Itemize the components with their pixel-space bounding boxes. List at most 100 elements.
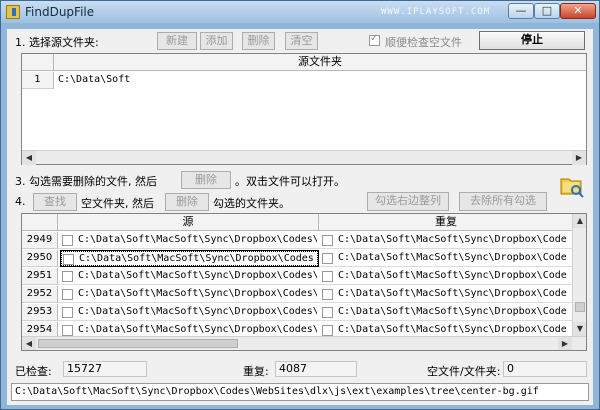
add-button[interactable]: 添加 bbox=[200, 32, 233, 50]
results-hscrollbar[interactable]: ◀ ▶ bbox=[22, 336, 586, 350]
check-empty-files-label: 顺便检查空文件 bbox=[385, 36, 462, 49]
app-window: FindDupFile WWW.IPLAYSOFT.COM — □ ✕ 1. 选… bbox=[0, 0, 600, 410]
window-title: FindDupFile bbox=[25, 5, 95, 19]
checked-count-label: 已检查: bbox=[15, 365, 52, 378]
source-file-path: C:\Data\Soft\MacSoft\Sync\Dropbox\Codes\ bbox=[78, 288, 317, 299]
scroll-left-icon[interactable]: ◀ bbox=[22, 337, 36, 350]
duplicate-file-checkbox[interactable] bbox=[322, 253, 333, 264]
source-grid-header: 源文件夹 bbox=[22, 54, 586, 71]
source-file-checkbox[interactable] bbox=[62, 307, 73, 318]
source-file-path: C:\Data\Soft\MacSoft\Sync\Dropbox\Codes\ bbox=[78, 234, 317, 245]
scroll-up-icon[interactable]: ▲ bbox=[573, 214, 586, 228]
source-file-cell[interactable]: C:\Data\Soft\MacSoft\Sync\Dropbox\Codes\ bbox=[62, 268, 317, 285]
empty-count-label: 空文件/文件夹: bbox=[427, 365, 501, 378]
folder-search-icon[interactable] bbox=[560, 174, 584, 198]
scroll-left-icon[interactable]: ◀ bbox=[22, 151, 36, 165]
new-button[interactable]: 新建 bbox=[157, 32, 197, 50]
delete-files-button[interactable]: 删除 bbox=[181, 171, 231, 189]
source-folder-row[interactable]: C:\Data\Soft bbox=[58, 72, 578, 89]
table-row[interactable]: 2952 C:\Data\Soft\MacSoft\Sync\Dropbox\C… bbox=[22, 286, 573, 303]
source-row-number: 1 bbox=[22, 72, 54, 89]
duplicate-file-checkbox[interactable] bbox=[322, 325, 333, 336]
duplicate-file-cell[interactable]: C:\Data\Soft\MacSoft\Sync\Dropbox\Code bbox=[322, 304, 573, 321]
source-file-checkbox[interactable] bbox=[63, 254, 74, 265]
row-number: 2951 bbox=[22, 268, 58, 285]
source-file-cell[interactable]: C:\Data\Soft\MacSoft\Sync\Dropbox\Codes\ bbox=[62, 232, 317, 249]
source-file-cell[interactable]: C:\Data\Soft\MacSoft\Sync\Dropbox\Codes\ bbox=[62, 304, 317, 321]
duplicate-column-header[interactable]: 重复 bbox=[319, 214, 573, 231]
duplicate-file-path: C:\Data\Soft\MacSoft\Sync\Dropbox\Code bbox=[338, 306, 567, 317]
source-file-checkbox[interactable] bbox=[62, 289, 73, 300]
delete-folders-button[interactable]: 删除 bbox=[165, 193, 209, 211]
source-folder-column-header[interactable]: 源文件夹 bbox=[54, 54, 586, 71]
watermark-text: WWW.IPLAYSOFT.COM bbox=[381, 7, 491, 17]
results-vscrollbar[interactable]: ▲ ▼ bbox=[572, 214, 586, 336]
row-number-header bbox=[22, 54, 54, 71]
step4-mid-text: 空文件夹, 然后 bbox=[81, 197, 154, 210]
step3-label: 3. 勾选需要删除的文件, 然后 bbox=[15, 175, 157, 188]
step4-label: 4. bbox=[15, 195, 26, 208]
duplicate-file-path: C:\Data\Soft\MacSoft\Sync\Dropbox\Code bbox=[338, 234, 567, 245]
source-file-checkbox[interactable] bbox=[62, 271, 73, 282]
duplicate-file-checkbox[interactable] bbox=[322, 307, 333, 318]
step1-label: 1. 选择源文件夹: bbox=[15, 36, 99, 49]
row-number: 2950 bbox=[22, 250, 58, 267]
source-file-path: C:\Data\Soft\MacSoft\Sync\Dropbox\Codes\ bbox=[78, 270, 317, 281]
scroll-right-icon[interactable]: ▶ bbox=[558, 337, 572, 350]
step3-suffix: 。双击文件可以打开。 bbox=[235, 175, 345, 188]
client-area: 1. 选择源文件夹: 新建 添加 删除 清空 顺便检查空文件 停止 源文件夹 1… bbox=[7, 29, 593, 405]
source-file-checkbox[interactable] bbox=[62, 325, 73, 336]
step4-suffix: 勾选的文件夹。 bbox=[213, 197, 290, 210]
app-icon bbox=[6, 5, 20, 19]
table-row[interactable]: 2949 C:\Data\Soft\MacSoft\Sync\Dropbox\C… bbox=[22, 232, 573, 249]
checked-count-value: 15727 bbox=[63, 361, 147, 377]
clear-button[interactable]: 清空 bbox=[285, 32, 318, 50]
scroll-right-icon[interactable]: ▶ bbox=[572, 151, 586, 165]
duplicate-file-checkbox[interactable] bbox=[322, 289, 333, 300]
row-number-header bbox=[22, 214, 58, 231]
duplicate-file-cell[interactable]: C:\Data\Soft\MacSoft\Sync\Dropbox\Code bbox=[322, 232, 573, 249]
duplicate-count-label: 重复: bbox=[243, 365, 269, 378]
close-button[interactable]: ✕ bbox=[560, 3, 596, 19]
duplicate-results-grid: 源 重复 2949 C:\Data\Soft\MacSoft\Sync\Drop… bbox=[21, 213, 587, 351]
row-number: 2949 bbox=[22, 232, 58, 249]
duplicate-file-cell[interactable]: C:\Data\Soft\MacSoft\Sync\Dropbox\Code bbox=[322, 268, 573, 285]
title-bar[interactable]: FindDupFile WWW.IPLAYSOFT.COM — □ ✕ bbox=[1, 1, 599, 23]
duplicate-file-path: C:\Data\Soft\MacSoft\Sync\Dropbox\Code bbox=[338, 288, 567, 299]
table-row[interactable]: 2951 C:\Data\Soft\MacSoft\Sync\Dropbox\C… bbox=[22, 268, 573, 285]
duplicate-count-value: 4087 bbox=[275, 361, 357, 377]
source-file-cell[interactable]: C:\Data\Soft\MacSoft\Sync\Dropbox\Codes bbox=[60, 250, 319, 267]
check-empty-files-checkbox[interactable] bbox=[369, 33, 380, 46]
minimize-button[interactable]: — bbox=[508, 3, 534, 19]
source-file-cell[interactable]: C:\Data\Soft\MacSoft\Sync\Dropbox\Codes\ bbox=[62, 286, 317, 303]
table-row[interactable]: 2953 C:\Data\Soft\MacSoft\Sync\Dropbox\C… bbox=[22, 304, 573, 321]
find-empty-folders-button[interactable]: 查找 bbox=[33, 193, 77, 211]
duplicate-file-cell[interactable]: C:\Data\Soft\MacSoft\Sync\Dropbox\Code bbox=[322, 286, 573, 303]
delete-folder-button[interactable]: 删除 bbox=[242, 32, 275, 50]
stop-button[interactable]: 停止 bbox=[479, 31, 585, 50]
scroll-down-icon[interactable]: ▼ bbox=[573, 322, 586, 336]
source-folder-path: C:\Data\Soft bbox=[58, 74, 131, 85]
duplicate-file-cell[interactable]: C:\Data\Soft\MacSoft\Sync\Dropbox\Code bbox=[322, 250, 573, 267]
empty-count-value: 0 bbox=[503, 361, 587, 377]
source-file-checkbox[interactable] bbox=[62, 235, 73, 246]
duplicate-file-checkbox[interactable] bbox=[322, 271, 333, 282]
source-file-path: C:\Data\Soft\MacSoft\Sync\Dropbox\Codes bbox=[79, 253, 314, 264]
source-column-header[interactable]: 源 bbox=[58, 214, 319, 231]
source-file-path: C:\Data\Soft\MacSoft\Sync\Dropbox\Codes\ bbox=[78, 306, 317, 317]
row-number: 2952 bbox=[22, 286, 58, 303]
maximize-button[interactable]: □ bbox=[534, 3, 560, 19]
source-grid-hscrollbar[interactable]: ◀ ▶ bbox=[22, 150, 586, 165]
row-number: 2953 bbox=[22, 304, 58, 321]
source-folder-grid: 源文件夹 1 C:\Data\Soft ◀ ▶ bbox=[21, 53, 587, 165]
uncheck-all-button[interactable]: 去除所有勾选 bbox=[459, 192, 547, 211]
results-hscroll-thumb[interactable] bbox=[38, 339, 238, 348]
duplicate-file-path: C:\Data\Soft\MacSoft\Sync\Dropbox\Code bbox=[338, 270, 567, 281]
table-row[interactable]: 2950 C:\Data\Soft\MacSoft\Sync\Dropbox\C… bbox=[22, 250, 573, 267]
results-grid-header: 源 重复 bbox=[22, 214, 573, 231]
status-path-bar: C:\Data\Soft\MacSoft\Sync\Dropbox\Codes\… bbox=[11, 383, 589, 401]
check-right-column-button[interactable]: 勾选右边整列 bbox=[367, 192, 449, 211]
duplicate-file-checkbox[interactable] bbox=[322, 235, 333, 246]
duplicate-file-path: C:\Data\Soft\MacSoft\Sync\Dropbox\Code bbox=[338, 252, 567, 263]
results-vscroll-thumb[interactable] bbox=[575, 302, 585, 312]
